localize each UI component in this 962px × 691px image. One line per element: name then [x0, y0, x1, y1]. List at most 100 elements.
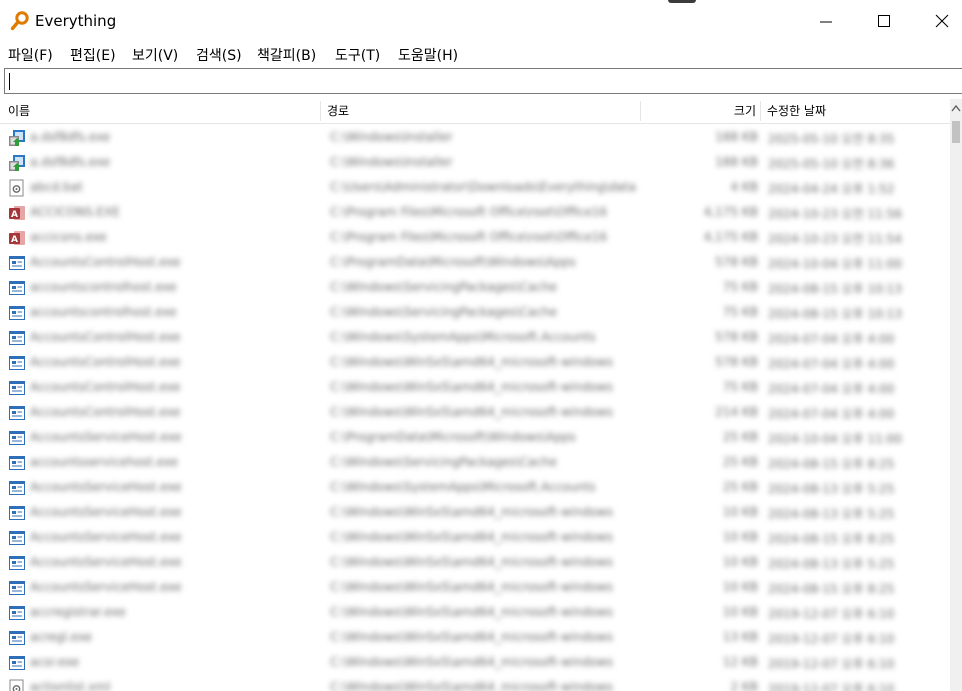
- file-name-cell: abcd.bat: [30, 180, 83, 194]
- file-path-cell: C:\ProgramData\Microsoft\Windows\Apps: [330, 255, 576, 269]
- app-window-icon: [8, 629, 26, 647]
- column-size-header[interactable]: 크기: [640, 99, 756, 123]
- app-window-icon: [8, 279, 26, 297]
- column-path-header[interactable]: 경로: [327, 99, 349, 123]
- menu-file[interactable]: 파일(F): [8, 45, 53, 65]
- table-row[interactable]: AccountsControlHost.exe C:\ProgramData\Mi…: [0, 250, 950, 275]
- vertical-scrollbar[interactable]: [950, 99, 962, 691]
- file-size-cell: 4,175 KB: [703, 205, 758, 219]
- column-divider[interactable]: [760, 101, 761, 121]
- minimize-button[interactable]: [797, 0, 855, 42]
- scroll-up-arrow-icon[interactable]: [950, 99, 962, 121]
- config-file-icon: [8, 179, 26, 197]
- file-path-cell: C:\Windows\WinSxS\amd64_microsoft-window…: [330, 505, 613, 519]
- table-row[interactable]: accountscontrolhost.exe C:\Windows\Servic…: [0, 275, 950, 300]
- installer-icon: [8, 154, 26, 172]
- menu-bookmarks[interactable]: 책갈피(B): [257, 45, 316, 65]
- text-caret: [9, 73, 10, 90]
- file-size-cell: 12 KB: [722, 655, 758, 669]
- table-row[interactable]: acsr.exe C:\Windows\WinSxS\amd64_microsof…: [0, 650, 950, 675]
- file-name-cell: a.dsf8dfs.exe: [30, 155, 111, 169]
- file-path-cell: C:\Windows\WinSxS\amd64_microsoft-window…: [330, 530, 613, 544]
- file-size-cell: 2 KB: [730, 680, 758, 691]
- column-name-header[interactable]: 이름: [8, 99, 30, 123]
- file-name-cell: AccountsServiceHost.exe: [30, 530, 182, 544]
- app-window-icon: [8, 354, 26, 372]
- maximize-icon: [878, 15, 890, 27]
- file-path-cell: C:\Users\Administrator\Downloads\Everyth…: [330, 180, 635, 194]
- file-size-cell: 75 KB: [722, 305, 758, 319]
- file-name-cell: AccountsServiceHost.exe: [30, 580, 182, 594]
- access-icon: A: [8, 204, 26, 222]
- app-window-icon: [8, 254, 26, 272]
- table-row[interactable]: accregistrar.exe C:\Windows\WinSxS\amd64_…: [0, 600, 950, 625]
- close-button[interactable]: [913, 0, 962, 42]
- menu-help[interactable]: 도움말(H): [398, 45, 458, 65]
- table-row[interactable]: Aaccicons.exe C:\Program Files\Microsoft …: [0, 225, 950, 250]
- title-bar: Everything: [0, 0, 962, 42]
- search-input[interactable]: [4, 68, 962, 94]
- menu-view[interactable]: 보기(V): [132, 45, 178, 65]
- table-row[interactable]: accountscontrolhost.exe C:\Windows\Servic…: [0, 300, 950, 325]
- file-name-cell: acregl.exe: [30, 630, 93, 644]
- maximize-button[interactable]: [855, 0, 913, 42]
- app-window-icon: [8, 454, 26, 472]
- table-row[interactable]: abcd.bat C:\Users\Administrator\Downloads…: [0, 175, 950, 200]
- file-path-cell: C:\Windows\Installer: [330, 130, 453, 144]
- table-row[interactable]: AccountsControlHost.exe C:\Windows\WinSxS…: [0, 375, 950, 400]
- file-size-cell: 10 KB: [722, 605, 758, 619]
- table-row[interactable]: A ACCICONS.EXE C:\Program Files\Microsoft …: [0, 200, 950, 225]
- app-window-icon: [8, 554, 26, 572]
- table-row[interactable]: AccountsServiceHost.exe C:\ProgramData\Mi…: [0, 425, 950, 450]
- file-path-cell: C:\Windows\ServicingPackages\Cache: [330, 280, 557, 294]
- modified-date-cell: 2019-12-07 오후 6:10: [768, 632, 895, 646]
- menu-search[interactable]: 검색(S): [196, 45, 242, 65]
- file-size-cell: 25 KB: [722, 430, 758, 444]
- file-name-cell: AccountsServiceHost.exe: [30, 480, 182, 494]
- column-divider[interactable]: [320, 101, 321, 121]
- table-row[interactable]: AccountsControlHost.exe C:\Windows\WinSxS…: [0, 400, 950, 425]
- table-row[interactable]: AccountsServiceHost.exe C:\Windows\WinSxS…: [0, 550, 950, 575]
- file-size-cell: 578 KB: [715, 255, 758, 269]
- app-window-icon: [8, 529, 26, 547]
- menu-edit[interactable]: 편집(E): [70, 45, 116, 65]
- file-path-cell: C:\Windows\WinSxS\amd64_microsoft-window…: [330, 605, 613, 619]
- table-row[interactable]: actionlist.xml C:\Windows\WinSxS\amd64_mi…: [0, 675, 950, 691]
- app-window-icon: [8, 654, 26, 672]
- table-row[interactable]: AccountsServiceHost.exe C:\Windows\WinSxS…: [0, 500, 950, 525]
- table-row[interactable]: AccountsServiceHost.exe C:\Windows\WinSxS…: [0, 525, 950, 550]
- table-row[interactable]: AccountsServiceHost.exe C:\Windows\WinSxS…: [0, 575, 950, 600]
- file-path-cell: C:\Windows\WinSxS\amd64_microsoft-window…: [330, 680, 613, 691]
- file-size-cell: 578 KB: [715, 330, 758, 344]
- file-path-cell: C:\Program Files\Microsoft Office\root\O…: [330, 205, 608, 219]
- app-window-icon: [8, 429, 26, 447]
- table-row[interactable]: AccountsControlHost.exe C:\Windows\System…: [0, 325, 950, 350]
- table-row[interactable]: a.dsf8dfs.exe C:\Windows\Installer 188 KB 2…: [0, 150, 950, 175]
- table-row[interactable]: a.dsf8dfs.exe C:\Windows\Installer 188 KB 2…: [0, 125, 950, 150]
- file-size-cell: 25 KB: [722, 480, 758, 494]
- modified-date-cell: 2024-07-04 오후 4:00: [768, 357, 895, 371]
- magnifier-icon: [10, 11, 30, 31]
- file-path-cell: C:\Windows\ServicingPackages\Cache: [330, 455, 557, 469]
- file-name-cell: AccountsServiceHost.exe: [30, 430, 182, 444]
- file-name-cell: AccountsControlHost.exe: [30, 330, 181, 344]
- file-name-cell: AccountsControlHost.exe: [30, 380, 181, 394]
- file-name-cell: actionlist.xml: [30, 680, 111, 691]
- table-row[interactable]: accountsservicehost.exe C:\Windows\Servic…: [0, 450, 950, 475]
- modified-date-cell: 2024-08-15 오후 10:13: [768, 282, 903, 296]
- column-date-header[interactable]: 수정한 날짜: [767, 99, 826, 123]
- app-window-icon: [8, 579, 26, 597]
- table-row[interactable]: AccountsServiceHost.exe C:\Windows\System…: [0, 475, 950, 500]
- menu-tools[interactable]: 도구(T): [335, 45, 380, 65]
- file-size-cell: 214 KB: [715, 405, 758, 419]
- file-name-cell: accountsservicehost.exe: [30, 455, 179, 469]
- config-file-icon: [8, 679, 26, 691]
- file-path-cell: C:\Windows\WinSxS\amd64_microsoft-window…: [330, 630, 613, 644]
- modified-date-cell: 2019-12-07 오후 6:10: [768, 682, 895, 691]
- file-size-cell: 578 KB: [715, 355, 758, 369]
- title-bar-notch: [668, 0, 696, 3]
- scroll-thumb[interactable]: [952, 121, 960, 143]
- table-row[interactable]: AccountsControlHost.exe C:\Windows\WinSxS…: [0, 350, 950, 375]
- table-row[interactable]: acregl.exe C:\Windows\WinSxS\amd64_micros…: [0, 625, 950, 650]
- file-path-cell: C:\Program Files\Microsoft Office\root\O…: [330, 230, 608, 244]
